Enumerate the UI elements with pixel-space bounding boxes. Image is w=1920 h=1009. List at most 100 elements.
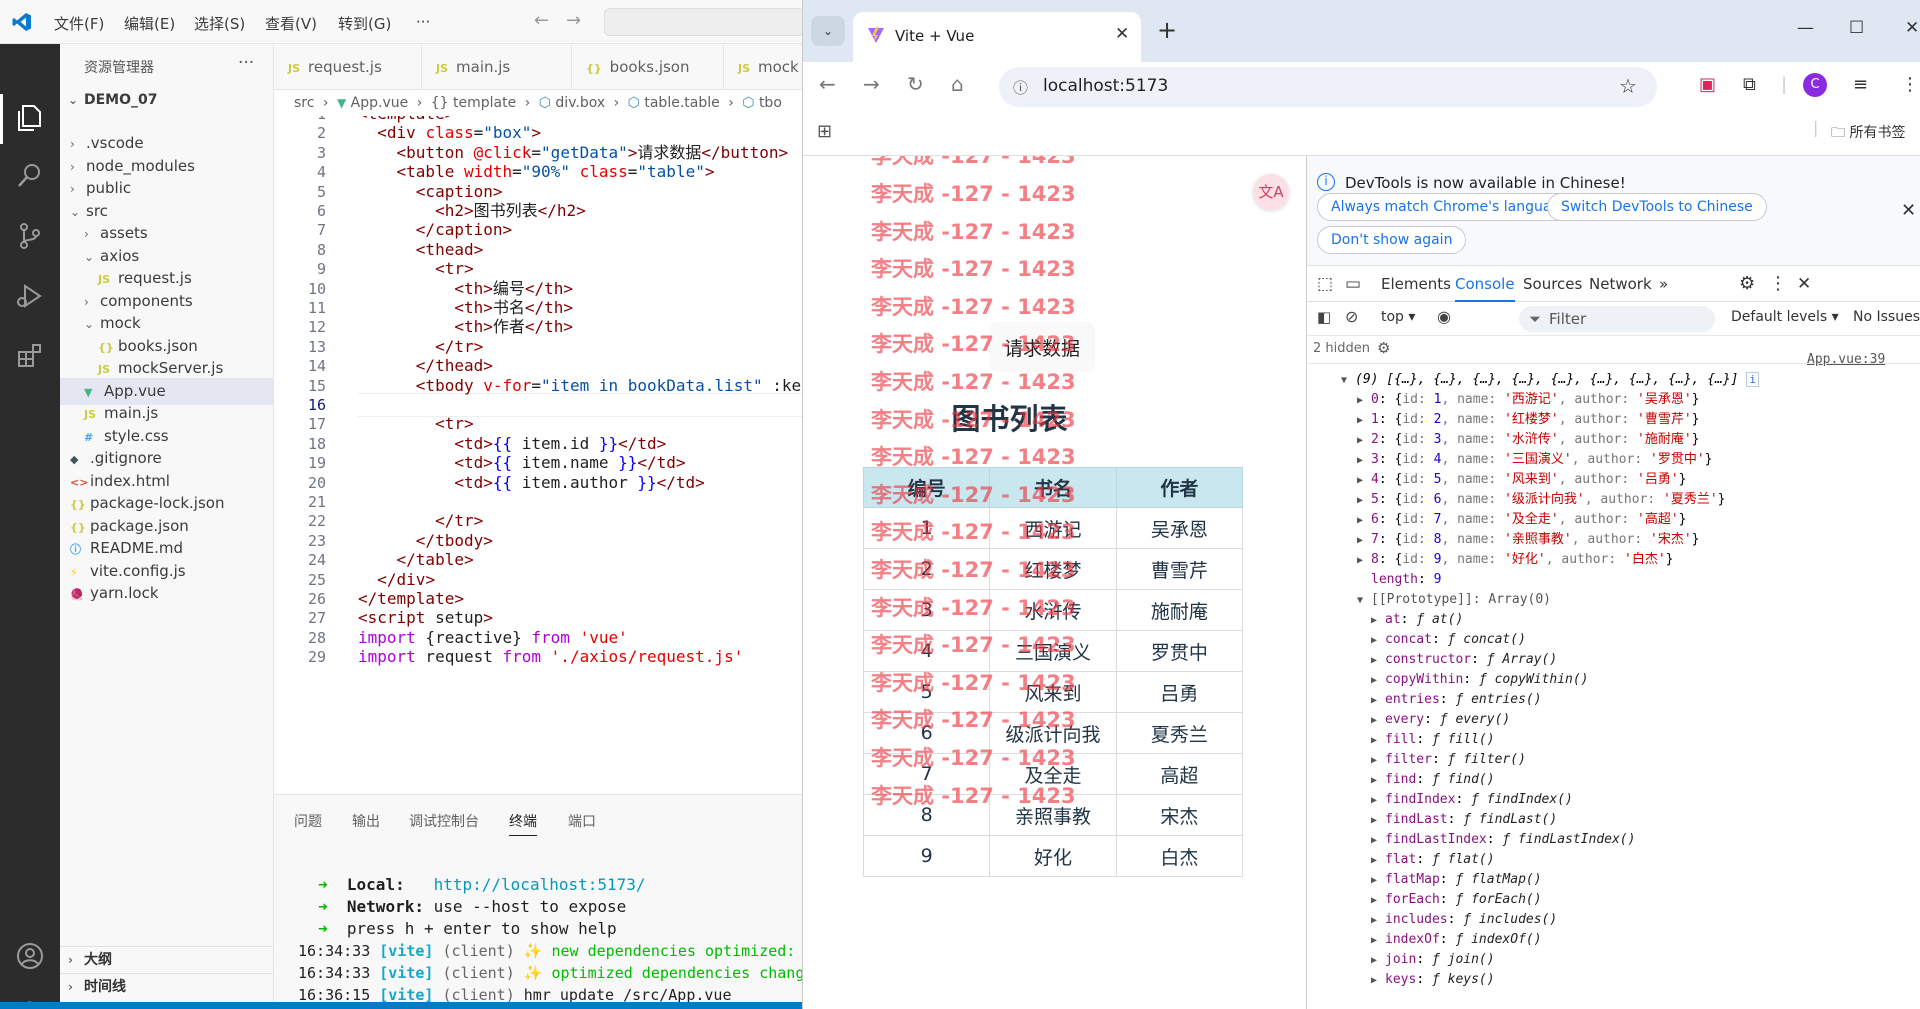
tab-request-js[interactable]: JS request.js bbox=[274, 44, 422, 90]
expand-triangle-icon[interactable]: ▶ bbox=[1371, 891, 1385, 911]
expand-triangle-icon[interactable]: ▶ bbox=[1357, 511, 1371, 531]
back-icon[interactable]: ← bbox=[819, 72, 836, 96]
console-array-item[interactable]: ▶ 2: {id: 3, name: '水浒传', author: '施耐庵'} bbox=[1357, 430, 1700, 450]
reload-icon[interactable]: ↻ bbox=[907, 72, 924, 96]
url-text[interactable]: localhost:5173 bbox=[1043, 76, 1168, 96]
all-bookmarks[interactable]: 🗀 所有书签 bbox=[1831, 122, 1905, 146]
tab-search-button[interactable]: ⌄ bbox=[811, 16, 845, 46]
expand-triangle-icon[interactable]: ▶ bbox=[1371, 751, 1385, 771]
breadcrumb-src[interactable]: src bbox=[294, 95, 314, 111]
panel-tab-debug-console[interactable]: 调试控制台 bbox=[409, 811, 479, 831]
panel-tab-problems[interactable]: 问题 bbox=[294, 811, 322, 831]
device-toolbar-icon[interactable]: ▭ bbox=[1345, 266, 1361, 302]
explorer-more-button[interactable]: ··· bbox=[238, 53, 254, 73]
avatar[interactable]: C bbox=[1803, 73, 1827, 97]
sidebar-toggle-icon[interactable]: ◧ bbox=[1317, 308, 1331, 326]
new-tab-icon[interactable]: + bbox=[1157, 16, 1177, 44]
prototype-method[interactable]: ▶ findLastIndex: ƒ findLastIndex() bbox=[1371, 830, 1635, 850]
more-tabs-icon[interactable]: » bbox=[1659, 266, 1668, 302]
prototype-method[interactable]: ▶ every: ƒ every() bbox=[1371, 710, 1510, 730]
chrome-menu-icon[interactable]: ⋮ bbox=[1901, 74, 1919, 95]
log-levels-dropdown[interactable]: Default levels ▾ bbox=[1731, 309, 1839, 325]
tab-console[interactable]: Console bbox=[1455, 266, 1515, 302]
expand-triangle-icon[interactable]: ▶ bbox=[1371, 811, 1385, 831]
panel-tab-terminal[interactable]: 终端 bbox=[509, 811, 537, 836]
prototype-method[interactable]: ▶ entries: ƒ entries() bbox=[1371, 690, 1542, 710]
context-selector[interactable]: top ▾ bbox=[1381, 309, 1415, 325]
nav-forward-icon[interactable]: → bbox=[566, 10, 581, 31]
expand-triangle-icon[interactable]: ▶ bbox=[1371, 711, 1385, 731]
tab-close-icon[interactable]: ✕ bbox=[1115, 24, 1129, 44]
reading-list-icon[interactable]: ≡ bbox=[1853, 74, 1868, 95]
info-badge-icon[interactable]: i bbox=[1746, 372, 1759, 387]
prototype-method[interactable]: ▶ join: ƒ join() bbox=[1371, 950, 1495, 970]
extensions-puzzle-icon[interactable]: ⧉ bbox=[1743, 74, 1756, 95]
always-match-language-button[interactable]: Always match Chrome's language bbox=[1317, 193, 1583, 221]
explorer-icon[interactable] bbox=[14, 102, 46, 134]
expand-triangle-icon[interactable]: ▶ bbox=[1357, 551, 1371, 571]
expand-triangle-icon[interactable]: ▶ bbox=[1371, 731, 1385, 751]
console-settings-gear-icon[interactable]: ⚙ bbox=[1377, 339, 1390, 357]
tab-vite-vue[interactable]: Vite + Vue ✕ bbox=[853, 12, 1141, 62]
issues-counter[interactable]: No Issues bbox=[1853, 309, 1920, 325]
console-array-item[interactable]: ▶ 1: {id: 2, name: '红楼梦', author: '曹雪芹'} bbox=[1357, 410, 1700, 430]
live-expression-eye-icon[interactable]: ◉ bbox=[1437, 307, 1451, 326]
menu-file[interactable]: 文件(F) bbox=[54, 13, 104, 34]
minimize-icon[interactable]: — bbox=[1797, 18, 1814, 38]
expand-triangle-icon[interactable]: ▶ bbox=[1371, 631, 1385, 651]
prototype-method[interactable]: ▶ indexOf: ƒ indexOf() bbox=[1371, 930, 1542, 950]
home-icon[interactable]: ⌂ bbox=[951, 72, 964, 96]
nav-back-icon[interactable]: ← bbox=[534, 10, 549, 31]
close-window-icon[interactable]: ✕ bbox=[1905, 18, 1919, 38]
site-info-icon[interactable]: ⓘ bbox=[1013, 77, 1028, 98]
menu-more[interactable]: ··· bbox=[416, 13, 430, 31]
breadcrumb-table[interactable]: table.table bbox=[644, 95, 719, 111]
source-link[interactable]: App.vue:39 bbox=[1807, 352, 1885, 367]
tree-item[interactable]: 🧶 yarn.lock bbox=[60, 580, 273, 607]
prototype-method[interactable]: ▶ concat: ƒ concat() bbox=[1371, 630, 1526, 650]
code-editor[interactable]: 1<template>2 <div class="box">3 <button … bbox=[274, 116, 802, 794]
expand-triangle-icon[interactable]: ▶ bbox=[1357, 491, 1371, 511]
expand-triangle-icon[interactable]: ▼ bbox=[1341, 371, 1355, 391]
prototype-method[interactable]: ▶ filter: ƒ filter() bbox=[1371, 750, 1526, 770]
translate-bubble-icon[interactable]: 文A bbox=[1253, 174, 1289, 210]
prototype-method[interactable]: ▶ forEach: ƒ forEach() bbox=[1371, 890, 1542, 910]
menu-go[interactable]: 转到(G) bbox=[338, 13, 391, 34]
tab-elements[interactable]: Elements bbox=[1381, 266, 1451, 302]
console-array-item[interactable]: ▶ 0: {id: 1, name: '西游记', author: '吴承恩'} bbox=[1357, 390, 1700, 410]
expand-triangle-icon[interactable]: ▶ bbox=[1357, 391, 1371, 411]
request-data-button[interactable]: 请求数据 bbox=[989, 322, 1095, 372]
menu-view[interactable]: 查看(V) bbox=[265, 13, 317, 34]
timeline-section[interactable]: › 时间线 bbox=[60, 973, 273, 1000]
devtools-close-icon[interactable]: ✕ bbox=[1797, 266, 1811, 302]
prototype-method[interactable]: ▶ findIndex: ƒ findIndex() bbox=[1371, 790, 1573, 810]
apps-grid-icon[interactable]: ⊞ bbox=[817, 121, 832, 142]
breadcrumb-tbody[interactable]: tbo bbox=[759, 95, 782, 111]
array-log-entry[interactable]: ▼ (9) [{…}, {…}, {…}, {…}, {…}, {…}, {…},… bbox=[1341, 370, 1759, 390]
maximize-icon[interactable]: ☐ bbox=[1849, 18, 1864, 38]
prototype-method[interactable]: ▶ constructor: ƒ Array() bbox=[1371, 650, 1557, 670]
expand-triangle-icon[interactable]: ▶ bbox=[1357, 531, 1371, 551]
prototype-method[interactable]: ▶ copyWithin: ƒ copyWithin() bbox=[1371, 670, 1589, 690]
tab-sources[interactable]: Sources bbox=[1523, 266, 1582, 302]
expand-triangle-icon[interactable]: ▶ bbox=[1371, 951, 1385, 971]
expand-triangle-icon[interactable]: ▶ bbox=[1357, 471, 1371, 491]
account-icon[interactable] bbox=[14, 940, 46, 972]
panel-tab-output[interactable]: 输出 bbox=[352, 811, 380, 831]
prototype-entry[interactable]: ▼ [[Prototype]]: Array(0) bbox=[1357, 590, 1551, 610]
translate-extension-icon[interactable]: ▣ bbox=[1699, 74, 1716, 95]
prototype-method[interactable]: ▶ flatMap: ƒ flatMap() bbox=[1371, 870, 1542, 890]
tab-books-json[interactable]: {} books.json bbox=[572, 44, 724, 90]
expand-triangle-icon[interactable]: ▶ bbox=[1371, 871, 1385, 891]
clear-console-icon[interactable]: ⊘ bbox=[1345, 307, 1358, 326]
console-array-item[interactable]: ▶ 3: {id: 4, name: '三国演义', author: '罗贯中'} bbox=[1357, 450, 1713, 470]
source-control-icon[interactable] bbox=[14, 220, 46, 252]
terminal-local-url[interactable]: http://localhost:5173/ bbox=[434, 875, 646, 894]
command-center-search[interactable] bbox=[604, 8, 804, 36]
panel-tab-ports[interactable]: 端口 bbox=[568, 811, 596, 831]
console-array-item[interactable]: ▶ 5: {id: 6, name: '级派计向我', author: '夏秀兰'… bbox=[1357, 490, 1726, 510]
expand-triangle-icon[interactable]: ▶ bbox=[1371, 911, 1385, 931]
console-array-item[interactable]: ▶ 4: {id: 5, name: '风来到', author: '吕勇'} bbox=[1357, 470, 1687, 490]
infobar-close-icon[interactable]: ✕ bbox=[1901, 200, 1916, 221]
expand-triangle-icon[interactable]: ▶ bbox=[1371, 931, 1385, 951]
